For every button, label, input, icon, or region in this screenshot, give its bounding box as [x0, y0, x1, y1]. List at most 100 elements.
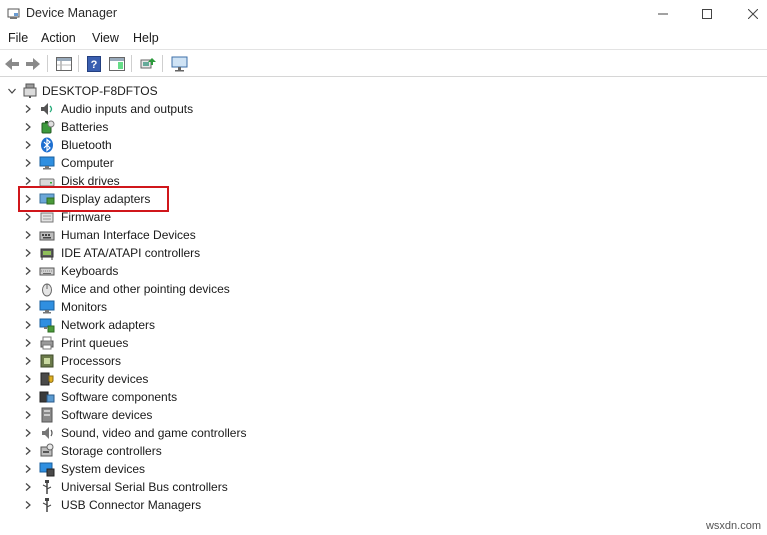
menu-view[interactable]: View	[92, 31, 119, 45]
tree-item-label: Software devices	[61, 408, 153, 422]
tree-item-ide-controller[interactable]: IDE ATA/ATAPI controllers	[0, 244, 400, 262]
tree-item-label: Bluetooth	[61, 138, 112, 152]
toolbar-separator	[162, 55, 163, 72]
tree-item-label: Computer	[61, 156, 114, 170]
device-manager-app-icon	[7, 8, 20, 19]
battery-icon	[41, 120, 55, 134]
tree-item-network-adapter[interactable]: Network adapters	[0, 316, 400, 334]
expand-chevron-icon[interactable]	[21, 336, 35, 350]
close-icon	[748, 9, 758, 19]
expand-chevron-icon[interactable]	[21, 444, 35, 458]
tree-item-monitor[interactable]: Monitors	[0, 298, 400, 316]
tree-item-printer[interactable]: Print queues	[0, 334, 400, 352]
expand-chevron-icon[interactable]	[21, 120, 35, 134]
sound-controller-icon	[42, 427, 53, 439]
tree-item-storage-controller[interactable]: Storage controllers	[0, 442, 400, 460]
tree-item-software-device[interactable]: Software devices	[0, 406, 400, 424]
expand-chevron-icon[interactable]	[21, 408, 35, 422]
tree-item-label: System devices	[61, 462, 146, 476]
tree-item-label: IDE ATA/ATAPI controllers	[61, 246, 201, 260]
monitor-icon	[39, 300, 55, 314]
expand-chevron-icon[interactable]	[21, 480, 35, 494]
minimize-icon	[658, 13, 668, 15]
tree-item-usb-connector[interactable]: USB Connector Managers	[0, 496, 400, 514]
collapse-chevron-icon[interactable]	[5, 84, 19, 98]
tree-item-label: USB Connector Managers	[61, 498, 202, 512]
tree-item-speaker[interactable]: Audio inputs and outputs	[0, 100, 400, 118]
expand-chevron-icon[interactable]	[21, 426, 35, 440]
menu-help[interactable]: Help	[133, 31, 159, 45]
tree-item-mouse[interactable]: Mice and other pointing devices	[0, 280, 400, 298]
expand-chevron-icon[interactable]	[21, 264, 35, 278]
close-button[interactable]	[730, 0, 767, 28]
toolbar: ?	[0, 51, 767, 77]
expand-chevron-icon[interactable]	[21, 462, 35, 476]
tree-item-computer[interactable]: Computer	[0, 154, 400, 172]
menu-file[interactable]: File	[8, 31, 28, 45]
properties-grid-icon	[56, 57, 72, 71]
expand-chevron-icon[interactable]	[21, 228, 35, 242]
processor-icon	[40, 354, 54, 368]
keyboard-icon	[39, 267, 55, 276]
view-panel-button[interactable]	[107, 54, 127, 74]
tree-item-bluetooth[interactable]: Bluetooth	[0, 136, 400, 154]
hid-icon	[39, 231, 55, 241]
tree-item-label: Universal Serial Bus controllers	[61, 480, 228, 494]
computer-icon	[39, 156, 55, 170]
printer-icon	[40, 336, 54, 350]
tree-item-label: Human Interface Devices	[61, 228, 196, 242]
expand-chevron-icon[interactable]	[21, 210, 35, 224]
expand-chevron-icon[interactable]	[21, 318, 35, 332]
expand-chevron-icon[interactable]	[21, 156, 35, 170]
monitor-icon	[171, 56, 187, 72]
tree-item-system-devices[interactable]: System devices	[0, 460, 400, 478]
minimize-button[interactable]	[640, 0, 686, 28]
expand-chevron-icon[interactable]	[21, 282, 35, 296]
forward-button[interactable]	[23, 54, 43, 74]
security-device-icon	[40, 372, 54, 386]
tree-item-security-device[interactable]: Security devices	[0, 370, 400, 388]
tree-item-label: Processors	[61, 354, 122, 368]
watermark: wsxdn.com	[705, 520, 761, 532]
properties-grid-button[interactable]	[54, 54, 74, 74]
tree-item-sound-controller[interactable]: Sound, video and game controllers	[0, 424, 400, 442]
help-button[interactable]: ?	[84, 54, 104, 74]
update-driver-button[interactable]	[138, 54, 158, 74]
toolbar-separator	[131, 55, 132, 72]
tree-item-processor[interactable]: Processors	[0, 352, 400, 370]
menu-bar: File Action View Help	[0, 28, 767, 50]
tree-item-label: Monitors	[61, 300, 108, 314]
back-icon	[5, 58, 19, 70]
tree-item-software-component[interactable]: Software components	[0, 388, 400, 406]
expand-chevron-icon[interactable]	[21, 372, 35, 386]
tree-item-label: Security devices	[61, 372, 149, 386]
expand-chevron-icon[interactable]	[21, 300, 35, 314]
back-button[interactable]	[2, 54, 22, 74]
expand-chevron-icon[interactable]	[21, 102, 35, 116]
tree-root[interactable]: DESKTOP-F8DFTOS	[0, 82, 400, 100]
tree-item-usb[interactable]: Universal Serial Bus controllers	[0, 478, 400, 496]
usb-connector-icon	[42, 498, 52, 512]
toolbar-separator	[47, 55, 48, 72]
tree-item-keyboard[interactable]: Keyboards	[0, 262, 400, 280]
tree-item-battery[interactable]: Batteries	[0, 118, 400, 136]
menu-action[interactable]: Action	[41, 31, 76, 45]
tree-item-label: Software components	[61, 390, 178, 404]
maximize-button[interactable]	[684, 0, 730, 28]
expand-chevron-icon[interactable]	[21, 390, 35, 404]
expand-chevron-icon[interactable]	[21, 354, 35, 368]
tree-item-label: Storage controllers	[61, 444, 162, 458]
scan-hardware-button[interactable]	[169, 54, 189, 74]
computer-tree-icon	[23, 83, 37, 98]
tree-item-label: Sound, video and game controllers	[61, 426, 247, 440]
storage-controller-icon	[40, 443, 54, 457]
expand-chevron-icon[interactable]	[21, 498, 35, 512]
help-icon: ?	[87, 56, 101, 72]
tree-item-hid[interactable]: Human Interface Devices	[0, 226, 400, 244]
expand-chevron-icon[interactable]	[21, 246, 35, 260]
title-bar: Device Manager	[0, 0, 767, 28]
device-tree: DESKTOP-F8DFTOS Audio inputs and outputs…	[0, 80, 767, 535]
expand-chevron-icon[interactable]	[21, 138, 35, 152]
ide-controller-icon	[40, 248, 54, 260]
tree-item-label: Keyboards	[61, 264, 119, 278]
